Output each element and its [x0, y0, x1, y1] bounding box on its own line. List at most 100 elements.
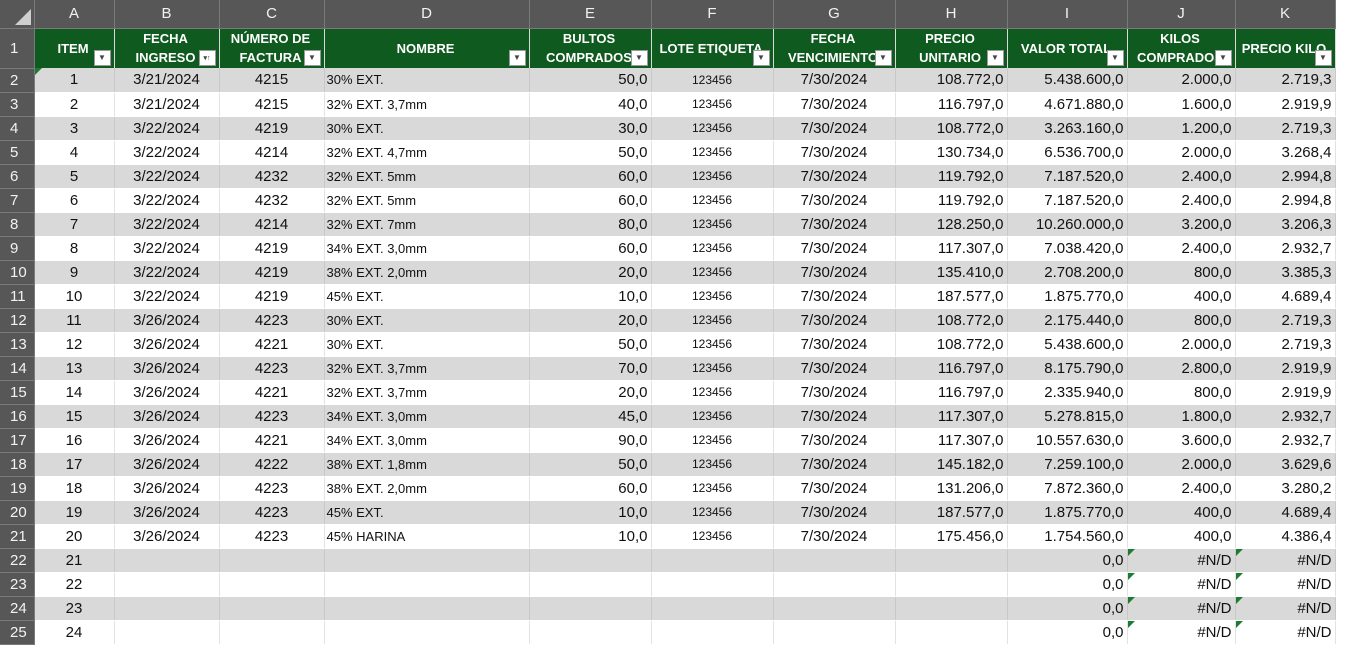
cell-numero-factura[interactable]: 4215 — [219, 92, 325, 117]
cell-nombre[interactable]: 32% EXT. 3,7mm — [324, 92, 530, 117]
select-all-button[interactable] — [0, 0, 35, 29]
cell-precio-kilo[interactable]: 2.719,3 — [1235, 332, 1336, 357]
cell-precio-kilo[interactable]: #N/D — [1235, 596, 1336, 621]
row-header-4[interactable]: 4 — [0, 116, 35, 141]
cell-precio-kilo[interactable]: 4.689,4 — [1235, 284, 1336, 309]
cell-lote-etiqueta[interactable]: 123456 — [651, 236, 774, 261]
cell-valor-total[interactable]: 0,0 — [1007, 596, 1128, 621]
cell-item[interactable]: 10 — [34, 284, 115, 309]
cell-fecha-ingreso[interactable]: 3/26/2024 — [114, 428, 220, 453]
cell-bultos-comprados[interactable]: 50,0 — [529, 332, 652, 357]
cell-nombre[interactable]: 32% EXT. 7mm — [324, 212, 530, 237]
cell-valor-total[interactable]: 1.875.770,0 — [1007, 500, 1128, 525]
row-header-9[interactable]: 9 — [0, 236, 35, 261]
cell-precio-unitario[interactable]: 117.307,0 — [895, 236, 1008, 261]
cell-fecha-ingreso[interactable]: 3/26/2024 — [114, 524, 220, 549]
cell-fecha-vencimiento[interactable] — [773, 620, 896, 645]
cell-precio-kilo[interactable]: 4.386,4 — [1235, 524, 1336, 549]
cell-fecha-ingreso[interactable]: 3/26/2024 — [114, 356, 220, 381]
column-header-d[interactable]: D — [324, 0, 530, 29]
cell-numero-factura[interactable] — [219, 596, 325, 621]
cell-valor-total[interactable]: 7.259.100,0 — [1007, 452, 1128, 477]
cell-valor-total[interactable]: 6.536.700,0 — [1007, 140, 1128, 165]
cell-precio-kilo[interactable]: 2.932,7 — [1235, 404, 1336, 429]
cell-precio-unitario[interactable]: 128.250,0 — [895, 212, 1008, 237]
row-header-2[interactable]: 2 — [0, 68, 35, 93]
cell-fecha-vencimiento[interactable]: 7/30/2024 — [773, 188, 896, 213]
cell-valor-total[interactable]: 0,0 — [1007, 548, 1128, 573]
cell-bultos-comprados[interactable]: 10,0 — [529, 500, 652, 525]
cell-nombre[interactable] — [324, 572, 530, 597]
cell-precio-unitario[interactable]: 135.410,0 — [895, 260, 1008, 285]
cell-precio-kilo[interactable]: 2.919,9 — [1235, 356, 1336, 381]
cell-kilos-comprados[interactable]: 400,0 — [1127, 500, 1236, 525]
row-header-3[interactable]: 3 — [0, 92, 35, 117]
cell-valor-total[interactable]: 1.875.770,0 — [1007, 284, 1128, 309]
cell-fecha-ingreso[interactable]: 3/21/2024 — [114, 92, 220, 117]
cell-fecha-ingreso[interactable]: 3/26/2024 — [114, 332, 220, 357]
cell-fecha-vencimiento[interactable]: 7/30/2024 — [773, 236, 896, 261]
column-header-h[interactable]: H — [895, 0, 1008, 29]
cell-fecha-vencimiento[interactable]: 7/30/2024 — [773, 428, 896, 453]
row-header-6[interactable]: 6 — [0, 164, 35, 189]
cell-lote-etiqueta[interactable]: 123456 — [651, 476, 774, 501]
cell-precio-kilo[interactable]: 3.385,3 — [1235, 260, 1336, 285]
cell-fecha-vencimiento[interactable] — [773, 548, 896, 573]
column-header-k[interactable]: K — [1235, 0, 1336, 29]
cell-precio-unitario[interactable]: 131.206,0 — [895, 476, 1008, 501]
cell-lote-etiqueta[interactable]: 123456 — [651, 524, 774, 549]
cell-item[interactable]: 24 — [34, 620, 115, 645]
cell-numero-factura[interactable]: 4219 — [219, 284, 325, 309]
cell-fecha-ingreso[interactable]: 3/21/2024 — [114, 68, 220, 93]
row-header-8[interactable]: 8 — [0, 212, 35, 237]
filter-button-item[interactable]: ▼ — [93, 50, 111, 66]
row-header-16[interactable]: 16 — [0, 404, 35, 429]
row-header-23[interactable]: 23 — [0, 572, 35, 597]
cell-bultos-comprados[interactable]: 60,0 — [529, 164, 652, 189]
cell-valor-total[interactable]: 10.260.000,0 — [1007, 212, 1128, 237]
cell-fecha-ingreso[interactable] — [114, 572, 220, 597]
cell-fecha-ingreso[interactable]: 3/22/2024 — [114, 212, 220, 237]
column-header-f[interactable]: F — [651, 0, 774, 29]
cell-fecha-ingreso[interactable]: 3/26/2024 — [114, 380, 220, 405]
cell-bultos-comprados[interactable]: 20,0 — [529, 308, 652, 333]
cell-fecha-vencimiento[interactable]: 7/30/2024 — [773, 308, 896, 333]
cell-bultos-comprados[interactable] — [529, 596, 652, 621]
cell-fecha-vencimiento[interactable]: 7/30/2024 — [773, 524, 896, 549]
cell-nombre[interactable]: 32% EXT. 5mm — [324, 164, 530, 189]
cell-numero-factura[interactable]: 4221 — [219, 428, 325, 453]
row-header-24[interactable]: 24 — [0, 596, 35, 621]
cell-item[interactable]: 12 — [34, 332, 115, 357]
cell-item[interactable]: 5 — [34, 164, 115, 189]
cell-precio-unitario[interactable]: 116.797,0 — [895, 380, 1008, 405]
cell-numero-factura[interactable]: 4223 — [219, 356, 325, 381]
cell-item[interactable]: 9 — [34, 260, 115, 285]
cell-numero-factura[interactable]: 4223 — [219, 404, 325, 429]
cell-nombre[interactable]: 38% EXT. 1,8mm — [324, 452, 530, 477]
cell-lote-etiqueta[interactable]: 123456 — [651, 164, 774, 189]
cell-fecha-vencimiento[interactable]: 7/30/2024 — [773, 500, 896, 525]
cell-precio-kilo[interactable]: 2.719,3 — [1235, 116, 1336, 141]
cell-bultos-comprados[interactable] — [529, 548, 652, 573]
cell-kilos-comprados[interactable]: 2.400,0 — [1127, 164, 1236, 189]
cell-valor-total[interactable]: 4.671.880,0 — [1007, 92, 1128, 117]
cell-fecha-ingreso[interactable] — [114, 548, 220, 573]
cell-bultos-comprados[interactable]: 60,0 — [529, 188, 652, 213]
cell-numero-factura[interactable]: 4232 — [219, 188, 325, 213]
cell-valor-total[interactable]: 2.708.200,0 — [1007, 260, 1128, 285]
cell-valor-total[interactable]: 8.175.790,0 — [1007, 356, 1128, 381]
filter-button-lote-etiqueta[interactable]: ▼ — [752, 50, 770, 66]
cell-bultos-comprados[interactable]: 60,0 — [529, 476, 652, 501]
cell-precio-unitario[interactable]: 187.577,0 — [895, 284, 1008, 309]
cell-kilos-comprados[interactable]: 2.000,0 — [1127, 68, 1236, 93]
cell-fecha-vencimiento[interactable] — [773, 572, 896, 597]
cell-lote-etiqueta[interactable]: 123456 — [651, 140, 774, 165]
cell-kilos-comprados[interactable]: 1.800,0 — [1127, 404, 1236, 429]
cell-lote-etiqueta[interactable]: 123456 — [651, 284, 774, 309]
column-header-j[interactable]: J — [1127, 0, 1236, 29]
cell-fecha-ingreso[interactable]: 3/26/2024 — [114, 452, 220, 477]
cell-valor-total[interactable]: 3.263.160,0 — [1007, 116, 1128, 141]
cell-item[interactable]: 6 — [34, 188, 115, 213]
row-header-7[interactable]: 7 — [0, 188, 35, 213]
cell-fecha-vencimiento[interactable]: 7/30/2024 — [773, 68, 896, 93]
